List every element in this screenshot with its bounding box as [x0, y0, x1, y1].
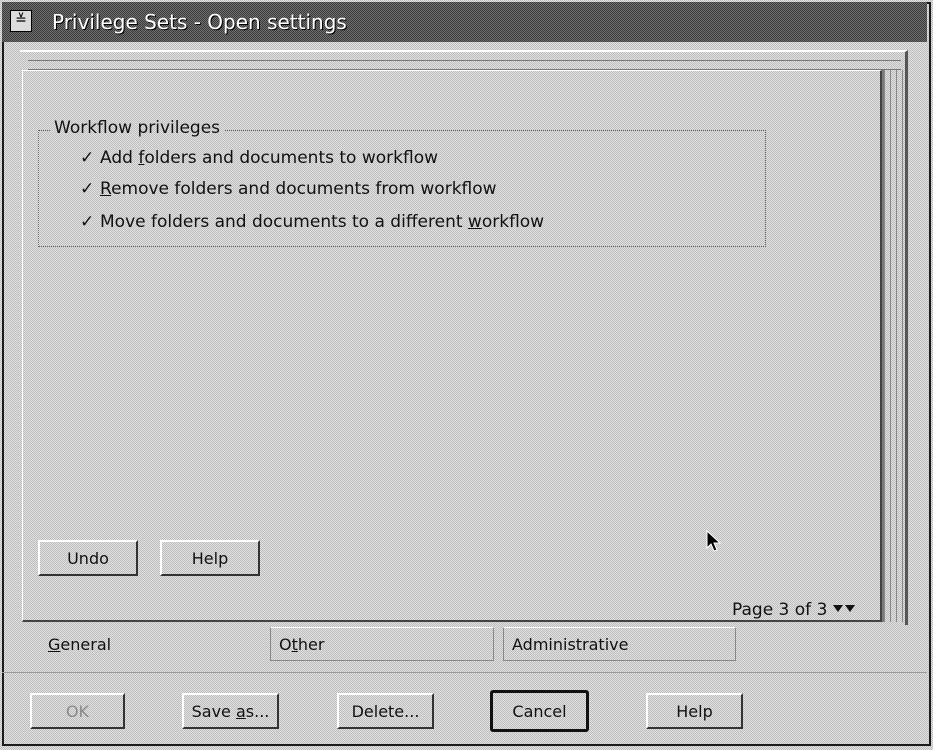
checkbox-label: Add folders and documents to workflow	[100, 148, 438, 168]
checkbox-label: Move folders and documents to a differen…	[100, 212, 544, 232]
checkbox-add-to-workflow[interactable]: ✓ Add folders and documents to workflow	[80, 145, 438, 171]
notebook-top-edge	[28, 60, 901, 70]
title-bar[interactable]: ≚ Privilege Sets - Open settings	[2, 2, 927, 42]
group-title: Workflow privileges	[50, 118, 224, 138]
help-button[interactable]: Help	[646, 693, 743, 729]
label-mnemonic: w	[467, 212, 482, 232]
tab-label: Other	[279, 635, 324, 654]
tab-label: Administrative	[512, 634, 629, 654]
system-menu-glyph: ≚	[15, 12, 27, 28]
checkbox-label: Remove folders and documents from workfl…	[100, 179, 497, 199]
label-part: olders and documents to workflow	[144, 148, 438, 168]
page-arrows[interactable]	[831, 603, 857, 617]
cancel-button-label: Cancel	[512, 701, 567, 721]
cancel-button[interactable]: Cancel	[490, 690, 589, 732]
ok-button[interactable]: OK	[30, 693, 125, 729]
notebook-page-stack	[882, 70, 906, 622]
tab-label: General	[48, 635, 111, 654]
tab-other[interactable]: Other	[270, 627, 494, 661]
label-part: orkflow	[481, 212, 545, 232]
tab-administrative[interactable]: Administrative	[503, 627, 736, 661]
next-page-arrow-icon[interactable]	[845, 605, 856, 612]
checkbox-remove-from-workflow[interactable]: ✓ Remove folders and documents from work…	[80, 176, 497, 202]
delete-button-label: Delete...	[351, 701, 420, 721]
tab-label-mnemonic: G	[48, 634, 61, 654]
label-part: Move folders and documents to a differen…	[100, 212, 468, 232]
footer-separator	[2, 672, 927, 673]
save-as-button[interactable]: Save as...	[182, 693, 279, 729]
label-part: emove folders and documents from workflo…	[111, 179, 497, 199]
checkbox-checkmark-icon: ✓	[80, 212, 95, 232]
page-help-button[interactable]: Help	[160, 540, 260, 576]
delete-button[interactable]: Delete...	[337, 693, 434, 729]
label-part: Save	[191, 701, 236, 721]
system-menu-icon[interactable]: ≚	[10, 10, 32, 32]
label-part: Add	[100, 148, 139, 168]
help-button-label: Help	[676, 701, 713, 721]
window-title: Privilege Sets - Open settings	[52, 10, 347, 34]
tab-label-part: her	[297, 634, 325, 654]
label-mnemonic: a	[235, 701, 246, 721]
tab-label-part: eneral	[60, 634, 112, 654]
page-indicator: Page 3 of 3	[732, 600, 857, 620]
page-help-button-label: Help	[191, 548, 229, 568]
ok-button-label: OK	[65, 701, 90, 721]
page-indicator-text: Page 3 of 3	[732, 600, 828, 620]
tab-label-part: O	[279, 634, 292, 654]
previous-page-arrow-icon[interactable]	[833, 605, 844, 612]
label-part: s...	[245, 701, 270, 721]
mouse-pointer-icon	[706, 530, 722, 552]
undo-button[interactable]: Undo	[38, 540, 138, 576]
tab-general[interactable]: General	[40, 627, 240, 661]
save-as-button-label: Save as...	[192, 702, 270, 721]
checkbox-checkmark-icon: ✓	[80, 148, 95, 168]
checkbox-checkmark-icon: ✓	[80, 179, 95, 199]
label-mnemonic: R	[100, 179, 112, 199]
undo-button-label: Undo	[67, 548, 109, 568]
checkbox-move-to-different-workflow[interactable]: ✓ Move folders and documents to a differ…	[80, 209, 544, 235]
